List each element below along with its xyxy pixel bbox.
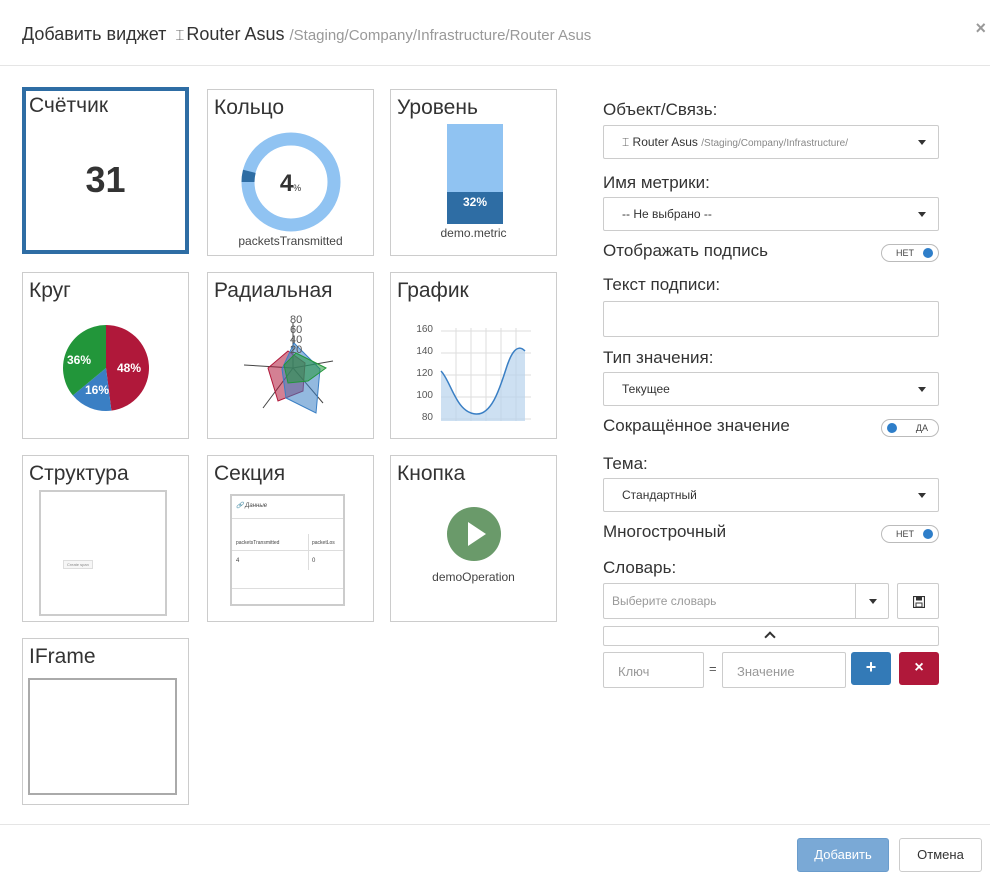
metric-select[interactable]: -- Не выбрано -- [603, 197, 939, 231]
remove-entry-button[interactable]: × [899, 652, 939, 685]
router-icon: ⌶ [175, 27, 185, 44]
close-button[interactable]: × [975, 18, 986, 39]
floppy-disk-icon [913, 596, 925, 608]
value-type-label: Тип значения: [603, 348, 714, 367]
show-caption-label: Отображать подпись [603, 241, 769, 260]
level-caption: demo.metric [440, 226, 507, 240]
equals-sign: = [709, 661, 717, 676]
structure-preview: Create span [39, 490, 167, 616]
multiline-label: Многострочный [603, 522, 727, 541]
object-name: Router Asus [186, 24, 285, 44]
iframe-preview [28, 678, 177, 795]
theme-label: Тема: [603, 454, 648, 473]
close-icon: × [914, 659, 924, 676]
plus-icon: + [865, 657, 877, 677]
pie-label-48: 48% [117, 361, 142, 375]
graph-area [441, 348, 525, 421]
modal-footer: Добавить Отмена [0, 824, 990, 881]
object-path: /Staging/Company/Infrastructure/Router A… [289, 27, 592, 44]
button-caption: demoOperation [432, 570, 515, 584]
widget-tile-section[interactable]: Секция 🔗 Данные packetsTransmitted packe… [207, 455, 374, 622]
widget-tile-counter[interactable]: Счётчик 31 [22, 87, 189, 254]
collapse-toggle[interactable] [603, 626, 939, 646]
caption-text-input[interactable] [603, 301, 939, 337]
play-triangle [468, 522, 486, 546]
section-preview: 🔗 Данные packetsTransmitted packetLos 4 … [230, 494, 345, 606]
section-col2: packetLos [312, 540, 335, 546]
section-val2: 0 [312, 558, 316, 564]
line-graph [440, 328, 531, 421]
tile-label: Счётчик [29, 94, 109, 117]
chevron-down-icon [869, 599, 877, 604]
object-select[interactable]: ⌶ Router Asus /Staging/Company/Infrastru… [603, 125, 939, 159]
link-icon: 🔗 [236, 503, 244, 509]
section-footer-divider [232, 588, 343, 589]
modal-title-text: Добавить виджет [22, 24, 167, 44]
radar-chart [243, 323, 334, 414]
save-dictionary-button[interactable] [897, 583, 939, 619]
cancel-button[interactable]: Отмена [899, 838, 982, 872]
level-bar: 32% [447, 124, 503, 224]
router-icon: ⌶ [622, 135, 630, 149]
key-input[interactable]: Ключ [603, 652, 704, 688]
value-input[interactable]: Значение [722, 652, 846, 688]
section-row-divider [232, 550, 343, 551]
counter-value: 31 [85, 159, 126, 200]
add-entry-button[interactable]: + [851, 652, 891, 685]
widget-tile-level[interactable]: Уровень 32% demo.metric [390, 89, 557, 256]
short-value-toggle[interactable]: ДА [881, 419, 939, 437]
multiline-toggle[interactable]: НЕТ [881, 525, 939, 543]
tile-label: Уровень [397, 96, 478, 119]
show-caption-toggle[interactable]: НЕТ [881, 244, 939, 262]
widget-tile-button[interactable]: Кнопка demoOperation [390, 455, 557, 622]
chevron-down-icon [918, 212, 926, 217]
play-button-icon [447, 507, 501, 561]
tile-label: Структура [29, 462, 129, 485]
add-widget-button[interactable]: Добавить [797, 838, 889, 872]
object-label: Объект/Связь: [603, 100, 718, 119]
pie-label-36: 36% [67, 353, 92, 367]
widget-tile-structure[interactable]: Структура Create span [22, 455, 189, 622]
chevron-up-icon [764, 631, 776, 643]
radar-ticks: 80 60 40 20 [290, 314, 303, 356]
section-header: 🔗 Данные [236, 503, 268, 509]
dictionary-label: Словарь: [603, 558, 677, 577]
widget-tile-ring[interactable]: Кольцо 4% packetsTransmitted [207, 89, 374, 256]
section-val1: 4 [236, 558, 240, 564]
level-percent: 32% [462, 195, 488, 209]
pie-chart [62, 325, 149, 411]
widget-tile-graph[interactable]: График 160 140 120 100 80 [390, 272, 557, 439]
chevron-down-icon [918, 140, 926, 145]
ring-caption: packetsTransmitted [238, 234, 343, 248]
structure-inner-text: Create span [63, 560, 93, 569]
section-col-divider [308, 534, 309, 570]
tile-label: IFrame [29, 645, 96, 668]
widget-tile-pie[interactable]: Круг 48% 16% 36% [22, 272, 189, 439]
modal-title: Добавить виджет ⌶ Router Asus /Staging/Co… [22, 24, 591, 45]
section-divider [232, 518, 343, 519]
caption-text-label: Текст подписи: [603, 275, 721, 294]
tile-label: Секция [214, 462, 286, 485]
pie-label-16: 16% [85, 383, 110, 397]
chevron-down-icon [918, 387, 926, 392]
modal-header: Добавить виджет ⌶ Router Asus /Staging/Co… [0, 0, 990, 66]
short-value-label: Сокращённое значение [603, 416, 790, 435]
theme-select[interactable]: Стандартный [603, 478, 939, 512]
tile-label: Кнопка [397, 462, 466, 485]
dictionary-divider [855, 584, 856, 618]
metric-label: Имя метрики: [603, 173, 710, 192]
chevron-down-icon [918, 493, 926, 498]
section-col1: packetsTransmitted [236, 540, 280, 546]
widget-tile-iframe[interactable]: IFrame [22, 638, 189, 805]
ring-value: 4% [279, 170, 302, 197]
dictionary-select[interactable]: Выберите словарь [603, 583, 889, 619]
widget-tile-radial[interactable]: Радиальная 80 60 40 20 [207, 272, 374, 439]
value-type-select[interactable]: Текущее [603, 372, 939, 406]
